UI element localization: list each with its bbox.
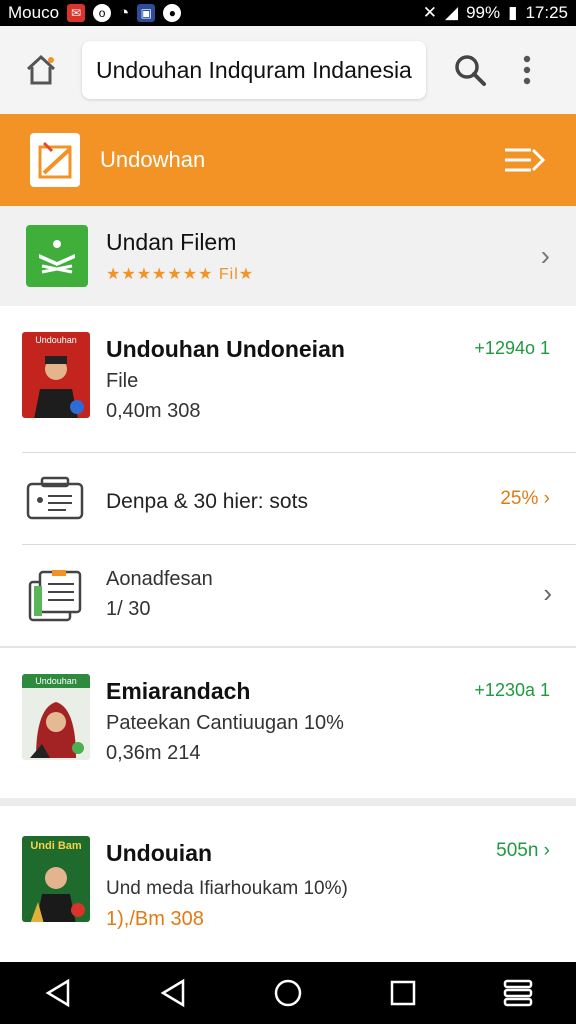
item-title: Undouhan Undoneian — [106, 336, 345, 362]
list-item[interactable]: Denpa & 30 hier: sots 25% › — [0, 454, 576, 546]
featured-rating: ★★★★★★★ Fil★ — [106, 264, 254, 284]
item-meta: 0,36m 214 — [106, 742, 201, 764]
item-subtitle: Pateekan Cantiuugan 10% — [106, 712, 344, 734]
back-triangle-icon — [160, 978, 185, 1008]
list-item[interactable]: Undouhan Emiarandach Pateekan Cantiuugan… — [0, 648, 576, 806]
more-vert-icon — [523, 55, 531, 85]
divider — [22, 452, 576, 453]
item-label: Aonadfesan — [106, 568, 213, 590]
app-bar: Undouhan Indquram Indanesia — [0, 26, 576, 114]
menu-arrow-icon — [505, 148, 545, 172]
section-header: Undowhan — [0, 114, 576, 206]
thumbnail-caption: Undi Bam — [30, 840, 82, 852]
clock: 17:25 — [525, 3, 568, 22]
more-options-button[interactable] — [512, 46, 542, 94]
mute-icon: ✕ — [422, 3, 437, 22]
item-subtitle: Und meda Ifiarhoukam 10%) — [106, 878, 348, 899]
divider — [22, 544, 576, 545]
battery-icon: ▮ — [508, 3, 518, 22]
item-subtitle: File — [106, 370, 139, 392]
item-meta: 1),/Bm 308 — [106, 908, 204, 930]
navigation-bar — [0, 962, 576, 1024]
featured-item[interactable]: Undan Filem ★★★★★★★ Fil★ › — [0, 206, 576, 306]
search-button[interactable] — [446, 46, 494, 94]
item-count: +1230a 1 — [474, 680, 550, 700]
thumbnail-caption: Undouhan — [35, 676, 77, 686]
item-title: Undouian — [106, 840, 213, 866]
sync-icon: ◔ — [119, 3, 130, 22]
rating-stars: ★★★★★★★ — [106, 265, 214, 283]
item-sub: 1/ 30 — [106, 598, 151, 620]
notification-icon: ✉ — [67, 4, 86, 22]
document-icon — [26, 476, 84, 520]
back-alt-button[interactable] — [149, 969, 197, 1017]
alert-icon: ● — [163, 4, 182, 22]
thumbnail-caption: Undouhan — [35, 335, 77, 345]
chevron-right-icon: › — [540, 240, 550, 271]
item-thumbnail: Undouhan — [22, 332, 90, 418]
status-bar: Mouco ✉ o ◔ ▣ ● ✕ ◢ 99% ▮ 17:25 — [0, 0, 576, 26]
section-divider — [0, 798, 576, 806]
item-count: +1294o 1 — [474, 338, 550, 358]
home-button[interactable] — [14, 43, 68, 97]
home-icon — [26, 54, 56, 85]
item-progress: 25% › — [500, 488, 550, 509]
rating-label: Fil★ — [218, 265, 255, 283]
item-size: 505n › — [496, 840, 550, 861]
carrier-label: Mouco — [8, 3, 60, 22]
stack-menu-icon — [504, 979, 533, 1007]
battery-percent: 99% — [466, 3, 501, 22]
chevron-right-icon: › — [543, 578, 552, 608]
menu-nav-button[interactable] — [494, 969, 542, 1017]
section-title: Undowhan — [100, 147, 206, 172]
list-item[interactable]: Undouhan Undouhan Undoneian File 0,40m 3… — [0, 306, 576, 454]
list-item[interactable]: Undi Bam Undouian Und meda Ifiarhoukam 1… — [0, 808, 576, 962]
item-thumbnail: Undi Bam — [22, 836, 90, 922]
menu-button[interactable] — [502, 140, 546, 180]
back-triangle-icon — [45, 978, 69, 1008]
clipboard-icon — [28, 570, 82, 622]
recents-square-icon — [390, 980, 416, 1006]
item-thumbnail: Undouhan — [22, 674, 90, 760]
app-logo-icon — [30, 133, 80, 187]
recents-button[interactable] — [379, 969, 427, 1017]
item-label: Denpa & 30 hier: sots — [106, 490, 308, 513]
app-notification-icon: o — [93, 4, 112, 22]
image-notification-icon: ▣ — [137, 4, 156, 22]
home-circle-icon — [274, 979, 302, 1007]
search-input[interactable]: Undouhan Indquram Indanesia — [82, 41, 426, 99]
quran-app-icon — [26, 225, 88, 287]
item-title: Emiarandach — [106, 678, 251, 704]
back-button[interactable] — [34, 969, 82, 1017]
search-icon — [455, 55, 486, 86]
item-meta: 0,40m 308 — [106, 400, 201, 422]
signal-icon: ◢ — [444, 3, 459, 22]
featured-title: Undan Filem — [106, 228, 237, 255]
list-item[interactable]: Aonadfesan 1/ 30 › — [0, 546, 576, 648]
home-nav-button[interactable] — [264, 969, 312, 1017]
